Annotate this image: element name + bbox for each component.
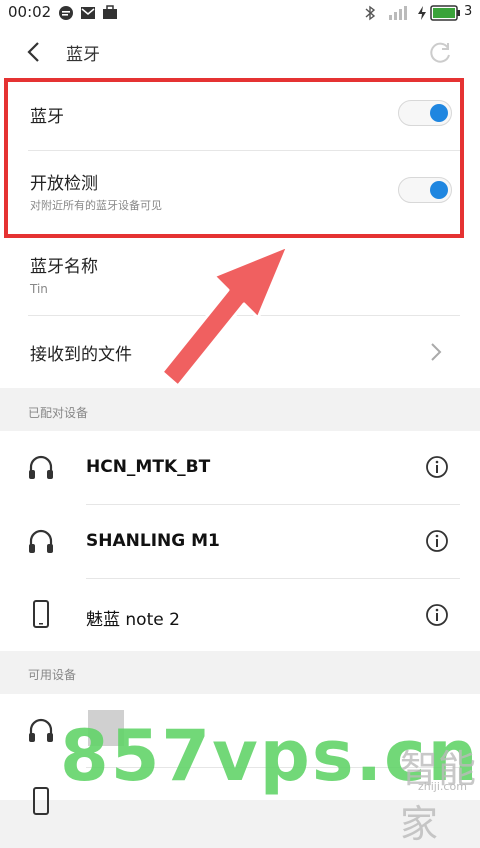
bluetooth-name-label: 蓝牙名称 [30,257,98,277]
info-icon[interactable] [425,603,449,627]
info-icon[interactable] [425,529,449,553]
back-chevron-icon[interactable] [22,40,46,64]
watermark-logo: 智能家 [400,747,477,846]
charging-icon [418,6,426,20]
paired-devices-header: 已配对设备 [28,406,89,420]
battery-icon [430,5,460,21]
paired-devices-list: HCN_MTK_BT SHANLING M1 魅蓝 note 2 [0,431,480,651]
mail-icon [81,7,95,19]
phone-icon [33,600,49,628]
list-item[interactable]: SHANLING M1 [0,505,480,578]
briefcase-icon [103,5,117,19]
available-devices-header: 可用设备 [28,668,77,682]
red-arrow-overlay [160,244,290,388]
bluetooth-name-value: Tin [30,282,48,296]
highlight-box [4,78,464,238]
phone-icon [33,787,49,815]
device-name: SHANLING M1 [86,531,220,551]
list-item[interactable]: 魅蓝 note 2 [0,579,480,651]
list-item[interactable]: HCN_MTK_BT [0,431,480,504]
device-name: HCN_MTK_BT [86,457,211,477]
page-title: 蓝牙 [66,45,100,65]
refresh-icon[interactable] [428,40,454,66]
nav-bar: 蓝牙 [0,26,480,78]
headphones-icon [29,455,53,479]
watermark-url: zhiji.com [418,780,467,793]
bluetooth-icon [365,5,376,21]
received-files-label: 接收到的文件 [30,345,132,365]
battery-level: 3 [464,4,473,19]
device-name: 魅蓝 note 2 [86,610,180,630]
info-icon[interactable] [425,455,449,479]
status-bar: 00:02 3 [0,0,480,26]
status-time: 00:02 [8,3,52,21]
signal-icon [389,6,407,20]
headphones-icon [29,718,53,742]
chat-bubble-icon [59,6,73,20]
chevron-right-icon [431,343,442,361]
headphones-icon [29,529,53,553]
